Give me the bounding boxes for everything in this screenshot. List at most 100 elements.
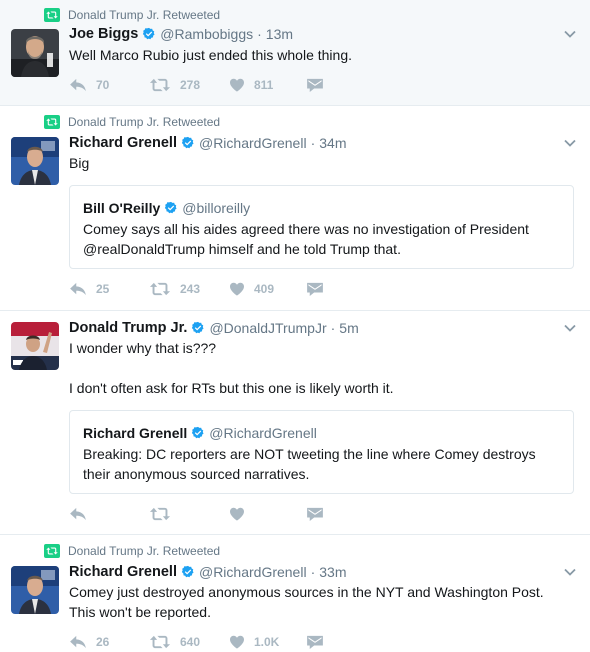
reply-icon: [69, 78, 87, 92]
retweet-icon: [149, 635, 171, 649]
reply-count: 26: [96, 635, 110, 649]
avatar[interactable]: [11, 29, 59, 77]
retweet-button[interactable]: [149, 507, 229, 521]
verified-badge-icon: [191, 426, 205, 440]
separator: ·: [310, 135, 316, 151]
author-name[interactable]: Richard Grenell: [69, 135, 177, 151]
heart-icon: [229, 282, 245, 296]
author-handle[interactable]: @DonaldJTrumpJr: [209, 320, 326, 336]
author-handle[interactable]: @RichardGrenell: [199, 564, 307, 580]
tweet-text: Big: [69, 155, 90, 171]
direct-message-button[interactable]: [307, 78, 323, 92]
retweet-context-text: Donald Trump Jr. Retweeted: [68, 115, 221, 129]
like-count: 409: [254, 282, 275, 296]
retweet-button[interactable]: 243: [149, 282, 229, 296]
quoted-tweet-text: Breaking: DC reporters are NOT tweeting …: [83, 446, 536, 482]
quoted-tweet-header: Bill O'Reilly @billoreilly: [83, 198, 250, 218]
tweet[interactable]: Donald Trump Jr. @DonaldJTrumpJr · 5m I …: [0, 311, 590, 535]
author-name[interactable]: Joe Biggs: [69, 26, 138, 42]
quoted-author-handle: @billoreilly: [182, 200, 251, 216]
tweet-header: Richard Grenell @RichardGrenell · 34m: [69, 133, 560, 153]
retweet-count: 243: [180, 282, 201, 296]
retweet-icon: [149, 78, 171, 92]
tweet[interactable]: Donald Trump Jr. Retweeted Richard Grene…: [0, 535, 590, 652]
chevron-down-icon[interactable]: [564, 568, 576, 576]
envelope-icon: [307, 507, 323, 521]
tweet-actions: 25 243 409: [69, 279, 323, 299]
author-handle[interactable]: @RichardGrenell: [199, 135, 307, 151]
quoted-tweet[interactable]: Bill O'Reilly @billoreilly Comey says al…: [69, 185, 574, 269]
retweet-context: Donald Trump Jr. Retweeted: [44, 543, 220, 559]
tweet[interactable]: Donald Trump Jr. Retweeted Richard Grene…: [0, 106, 590, 311]
quoted-author-name: Bill O'Reilly: [83, 200, 161, 216]
quoted-author-handle: @RichardGrenell: [209, 425, 317, 441]
verified-badge-icon: [181, 136, 195, 150]
retweet-icon: [44, 8, 60, 22]
avatar[interactable]: [11, 322, 59, 370]
envelope-icon: [307, 282, 323, 296]
envelope-icon: [307, 78, 323, 92]
author-handle[interactable]: @Rambobiggs: [160, 26, 253, 42]
retweet-context-text: Donald Trump Jr. Retweeted: [68, 8, 221, 22]
chevron-down-icon[interactable]: [564, 324, 576, 332]
reply-button[interactable]: 70: [69, 78, 149, 92]
avatar[interactable]: [11, 566, 59, 614]
reply-count: 70: [96, 78, 110, 92]
timestamp[interactable]: 13m: [266, 26, 293, 42]
verified-badge-icon: [191, 321, 205, 335]
separator: ·: [310, 564, 316, 580]
heart-icon: [229, 635, 245, 649]
timestamp[interactable]: 33m: [319, 564, 346, 580]
separator: ·: [330, 320, 336, 336]
tweet-actions: [69, 504, 323, 524]
heart-icon: [229, 507, 245, 521]
retweet-context-text: Donald Trump Jr. Retweeted: [68, 544, 221, 558]
like-button[interactable]: 409: [229, 282, 307, 296]
timeline: Donald Trump Jr. Retweeted Joe Biggs @Ra…: [0, 0, 590, 652]
reply-button[interactable]: 26: [69, 635, 149, 649]
direct-message-button[interactable]: [307, 507, 323, 521]
reply-count: 25: [96, 282, 110, 296]
like-button[interactable]: 1.0K: [229, 635, 307, 649]
reply-icon: [69, 635, 87, 649]
envelope-icon: [307, 635, 323, 649]
separator: ·: [257, 26, 262, 42]
tweet[interactable]: Donald Trump Jr. Retweeted Joe Biggs @Ra…: [0, 0, 590, 106]
retweet-button[interactable]: 278: [149, 78, 229, 92]
like-button[interactable]: 811: [229, 78, 307, 92]
retweet-context: Donald Trump Jr. Retweeted: [44, 114, 220, 130]
quoted-author-name: Richard Grenell: [83, 425, 188, 441]
tweet-header: Donald Trump Jr. @DonaldJTrumpJr · 5m: [69, 318, 560, 338]
tweet-actions: 26 640 1.0K: [69, 632, 323, 652]
chevron-down-icon[interactable]: [564, 139, 576, 147]
quoted-tweet-header: Richard Grenell @RichardGrenell: [83, 423, 317, 443]
reply-button[interactable]: 25: [69, 282, 149, 296]
retweet-button[interactable]: 640: [149, 635, 229, 649]
direct-message-button[interactable]: [307, 635, 323, 649]
retweet-context: Donald Trump Jr. Retweeted: [44, 7, 220, 23]
chevron-down-icon[interactable]: [564, 30, 576, 38]
timestamp[interactable]: 34m: [319, 135, 346, 151]
reply-button[interactable]: [69, 507, 149, 521]
author-name[interactable]: Richard Grenell: [69, 564, 177, 580]
author-name[interactable]: Donald Trump Jr.: [69, 320, 187, 336]
tweet-text: I wonder why that is???: [69, 340, 217, 356]
quoted-tweet-text: Comey says all his aides agreed there wa…: [83, 221, 529, 257]
tweet-header: Joe Biggs @Rambobiggs · 13m: [69, 24, 560, 44]
like-count: 811: [254, 78, 274, 92]
avatar[interactable]: [11, 137, 59, 185]
like-button[interactable]: [229, 507, 307, 521]
retweet-count: 640: [180, 635, 201, 649]
timestamp[interactable]: 5m: [339, 320, 358, 336]
verified-badge-icon: [142, 27, 156, 41]
tweet-text: I don't often ask for RTs but this one i…: [69, 380, 394, 396]
verified-badge-icon: [164, 201, 178, 215]
direct-message-button[interactable]: [307, 282, 323, 296]
retweet-icon: [44, 115, 60, 129]
retweet-icon: [149, 507, 171, 521]
quoted-tweet[interactable]: Richard Grenell @RichardGrenell Breaking…: [69, 410, 574, 494]
retweet-count: 278: [180, 78, 201, 92]
heart-icon: [229, 78, 245, 92]
reply-icon: [69, 507, 87, 521]
tweet-header: Richard Grenell @RichardGrenell · 33m: [69, 562, 560, 582]
